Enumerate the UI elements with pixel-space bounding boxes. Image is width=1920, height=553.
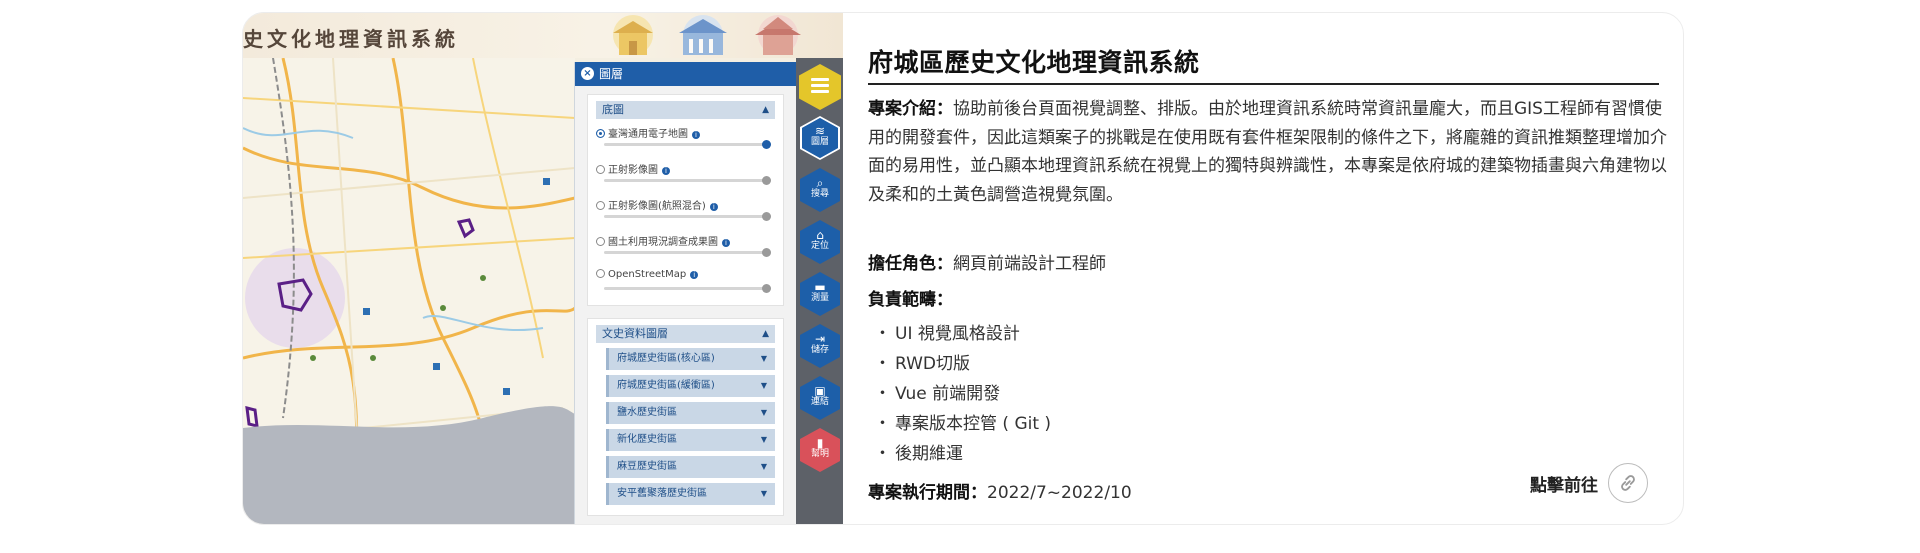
info-icon[interactable]: i	[690, 271, 699, 279]
tool-link[interactable]: ▣ 連結	[800, 376, 840, 420]
chevron-down-icon: ▼	[760, 381, 767, 390]
radio[interactable]	[596, 269, 605, 278]
chevron-up-icon: ▲	[762, 105, 769, 115]
layers-icon: ≋	[814, 124, 826, 138]
project-intro: 專案介紹：協助前後台頁面視覺調整、排版。由於地理資訊系統時常資訊量龐大，而且GI…	[868, 95, 1668, 209]
project-info: 府城區歷史文化地理資訊系統 專案介紹：協助前後台頁面視覺調整、排版。由於地理資訊…	[866, 13, 1668, 524]
list-item: 後期維運	[874, 439, 1051, 469]
visit-label[interactable]: 點擊前往	[1530, 471, 1598, 496]
role-row: 擔任角色：網頁前端設計工程師	[868, 249, 1106, 274]
scope-row: 負責範疇：	[868, 285, 953, 310]
chevron-down-icon: ▼	[760, 489, 767, 498]
project-screenshot: 史文化地理資訊系統 × 圖層 底圖 ▲ 臺灣通用電子地圖 i 正射影像圖 i 正…	[243, 13, 843, 524]
scope-label: 負責範疇：	[868, 290, 953, 310]
map-canvas[interactable]	[243, 58, 575, 524]
info-icon[interactable]: i	[662, 167, 670, 175]
role-label: 擔任角色：	[868, 254, 953, 274]
tool-help[interactable]: ▮ 幫明	[800, 428, 840, 472]
tool-search[interactable]: ⌕ 搜尋	[800, 168, 840, 212]
app-title: 史文化地理資訊系統	[243, 27, 459, 51]
period-label: 專案執行期間：	[868, 483, 987, 503]
history-section: 文史資料圖層 ▲ 府城歷史街區(核心區) ▼ 府城歷史街區(緩衝區) ▼ 鹽水歷史街…	[587, 318, 784, 516]
slider-thumb[interactable]	[762, 176, 771, 185]
info-icon[interactable]: i	[692, 131, 700, 139]
info-icon[interactable]: i	[722, 239, 730, 247]
tool-measure[interactable]: ▬ 測量	[800, 272, 840, 316]
history-layer-item[interactable]: 府城歷史街區(緩衝區) ▼	[606, 375, 775, 397]
layer-panel-header: × 圖層	[575, 62, 796, 86]
chevron-down-icon: ▼	[760, 408, 767, 417]
opacity-slider[interactable]	[604, 176, 771, 185]
visit-site[interactable]: 點擊前往	[1530, 463, 1648, 503]
slider-thumb[interactable]	[762, 248, 771, 257]
list-item: UI 視覺風格設計	[874, 319, 1051, 349]
tool-sidebar: ≋ 圖層 ⌕ 搜尋 ⌂ 定位 ▬ 測量 ⇥ 儲存 ▣ 連結 ▮ 幫明	[796, 58, 843, 524]
list-item: RWD切版	[874, 349, 1051, 379]
project-card: 史文化地理資訊系統 × 圖層 底圖 ▲ 臺灣通用電子地圖 i 正射影像圖 i 正…	[242, 12, 1684, 525]
radio[interactable]	[596, 165, 605, 174]
building-illustration-icon	[613, 15, 801, 55]
slider-thumb[interactable]	[762, 284, 771, 293]
tool-save[interactable]: ⇥ 儲存	[800, 324, 840, 368]
slider-thumb[interactable]	[762, 212, 771, 221]
basemap-option[interactable]: 臺灣通用電子地圖 i	[596, 119, 775, 155]
basemap-section-header[interactable]: 底圖 ▲	[596, 101, 775, 119]
list-item: Vue 前端開發	[874, 379, 1051, 409]
layer-panel: × 圖層 底圖 ▲ 臺灣通用電子地圖 i 正射影像圖 i 正射影像圖(航照混合) i	[574, 62, 796, 524]
menu-lines	[811, 78, 829, 96]
radio-selected[interactable]	[596, 129, 605, 138]
help-icon: ▮	[816, 436, 824, 450]
tool-layers[interactable]: ≋ 圖層	[800, 116, 840, 160]
basemap-option[interactable]: 正射影像圖(航照混合) i	[596, 191, 775, 227]
link-icon: ▣	[814, 384, 826, 398]
history-layer-item[interactable]: 安平舊聚落歷史街區 ▼	[606, 483, 775, 505]
chevron-down-icon: ▼	[760, 435, 767, 444]
map-roads	[243, 58, 575, 524]
opacity-slider[interactable]	[604, 248, 771, 257]
visit-link-button[interactable]	[1608, 463, 1648, 503]
scope-list: UI 視覺風格設計 RWD切版 Vue 前端開發 專案版本控管 ( Git ) …	[874, 319, 1051, 469]
close-icon[interactable]: ×	[581, 67, 594, 80]
basemap-option[interactable]: 正射影像圖 i	[596, 155, 775, 191]
history-layer-item[interactable]: 鹽水歷史街區 ▼	[606, 402, 775, 424]
locate-icon: ⌂	[816, 228, 824, 242]
title-divider	[868, 83, 1659, 85]
list-item: 專案版本控管 ( Git )	[874, 409, 1051, 439]
measure-icon: ▬	[814, 280, 826, 294]
search-icon: ⌕	[816, 176, 824, 190]
chevron-down-icon: ▼	[760, 354, 767, 363]
link-icon	[1621, 475, 1635, 491]
save-icon: ⇥	[814, 332, 826, 346]
chevron-down-icon: ▼	[760, 462, 767, 471]
intro-text: 協助前後台頁面視覺調整、排版。由於地理資訊系統時常資訊量龐大，而且GIS工程師有…	[868, 99, 1667, 205]
opacity-slider[interactable]	[604, 140, 771, 149]
radio[interactable]	[596, 237, 605, 246]
opacity-slider[interactable]	[604, 284, 771, 293]
tool-locate[interactable]: ⌂ 定位	[800, 220, 840, 264]
opacity-slider[interactable]	[604, 212, 771, 221]
history-layer-item[interactable]: 麻豆歷史街區 ▼	[606, 456, 775, 478]
basemap-section: 底圖 ▲ 臺灣通用電子地圖 i 正射影像圖 i 正射影像圖(航照混合) i 國土利用現…	[587, 94, 784, 306]
basemap-option[interactable]: OpenStreetMap i	[596, 263, 775, 299]
chevron-up-icon: ▲	[762, 329, 769, 339]
info-icon[interactable]: i	[709, 203, 718, 211]
app-header: 史文化地理資訊系統	[243, 13, 843, 58]
project-title: 府城區歷史文化地理資訊系統	[868, 48, 1200, 77]
radio[interactable]	[596, 201, 605, 210]
period-row: 專案執行期間：2022/7~2022/10	[868, 478, 1132, 503]
slider-thumb[interactable]	[762, 140, 771, 149]
role-value: 網頁前端設計工程師	[953, 254, 1106, 274]
history-layer-item[interactable]: 新化歷史街區 ▼	[606, 429, 775, 451]
period-value: 2022/7~2022/10	[987, 483, 1132, 503]
basemap-option[interactable]: 國土利用現況調查成果圖 i	[596, 227, 775, 263]
layer-panel-title: 圖層	[599, 67, 624, 81]
intro-label: 專案介紹：	[868, 99, 953, 119]
history-section-header[interactable]: 文史資料圖層 ▲	[596, 325, 775, 343]
history-layer-item[interactable]: 府城歷史街區(核心區) ▼	[606, 348, 775, 370]
